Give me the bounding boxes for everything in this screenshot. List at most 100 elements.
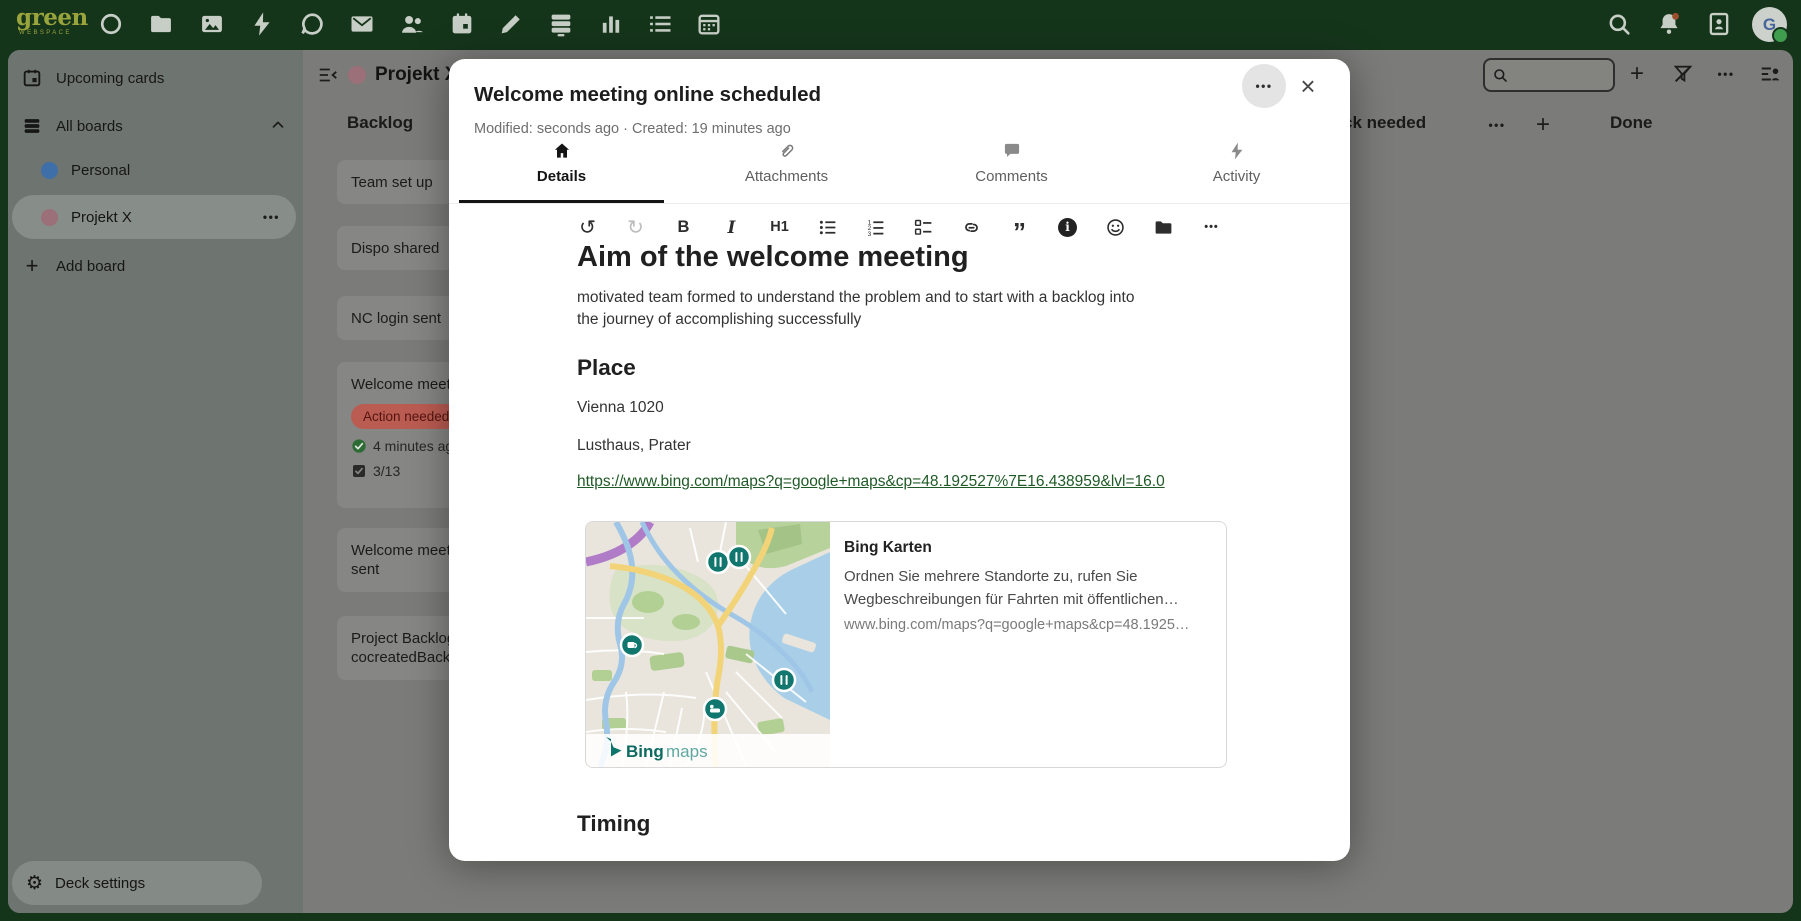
lightning-icon — [1124, 141, 1349, 163]
deck-icon[interactable] — [547, 10, 575, 38]
preview-url: www.bing.com/maps?q=google+maps&cp=48.19… — [844, 617, 1189, 633]
sidebar-item-all-boards[interactable]: All boards — [8, 106, 303, 146]
column-title-done: Done — [1610, 113, 1653, 133]
bold-icon[interactable]: B — [671, 214, 697, 240]
paperclip-icon — [674, 141, 899, 163]
search-icon — [1492, 67, 1508, 83]
tab-label: Comments — [899, 168, 1124, 185]
sidebar-item-label: All boards — [56, 118, 123, 135]
doc-paragraph: motivated team formed to understand the … — [577, 287, 1157, 331]
blockquote-icon[interactable]: ” — [1007, 209, 1033, 245]
bing-maps-link[interactable]: https://www.bing.com/maps?q=google+maps&… — [577, 473, 1165, 491]
redo-icon[interactable]: ↻ — [623, 214, 649, 240]
tasks-icon[interactable] — [646, 10, 674, 38]
undo-icon[interactable]: ↺ — [575, 214, 601, 240]
sidebar-add-board[interactable]: + Add board — [8, 246, 303, 286]
search-icon[interactable] — [1605, 10, 1633, 38]
notifications-bell-icon[interactable] — [1655, 10, 1683, 38]
mail-icon[interactable] — [348, 10, 376, 38]
plus-icon: + — [21, 255, 43, 277]
home-icon — [449, 141, 674, 163]
board-details-toggle-icon[interactable] — [1755, 59, 1785, 89]
board-color-dot — [41, 162, 58, 179]
heading-icon[interactable]: H1 — [767, 214, 793, 240]
contacts-menu-icon[interactable] — [1705, 10, 1733, 38]
svg-text:3: 3 — [868, 230, 872, 237]
board-menu-ellipsis[interactable]: ••• — [1711, 59, 1741, 89]
tab-attachments[interactable]: Attachments — [674, 134, 899, 203]
task-list-icon[interactable] — [911, 214, 937, 240]
bullet-list-icon[interactable] — [815, 214, 841, 240]
online-status-dot — [1772, 27, 1789, 44]
filter-off-icon[interactable] — [1668, 59, 1698, 89]
nextcloud-logo[interactable]: green WEBSPACE — [16, 6, 88, 36]
doc-heading-place: Place — [577, 355, 636, 381]
sidebar-item-label: Upcoming cards — [56, 70, 164, 87]
doc-heading-aim: Aim of the welcome meeting — [577, 241, 969, 274]
modal-tabs: Details Attachments Comments Activity — [449, 134, 1350, 204]
tab-details[interactable]: Details — [449, 134, 674, 203]
column-menu-ellipsis[interactable]: ••• — [1482, 110, 1512, 140]
toggle-sidebar-icon[interactable] — [313, 60, 343, 90]
activity-icon[interactable] — [248, 10, 276, 38]
board-actions-ellipsis[interactable]: ••• — [263, 210, 280, 224]
deck-sidebar: Upcoming cards All boards Personal Proje… — [8, 50, 303, 913]
doc-line-lusthaus: Lusthaus, Prater — [577, 437, 691, 455]
preview-description: Ordnen Sie mehrere Standorte zu, rufen S… — [844, 565, 1216, 611]
sidebar-board-projekt-x[interactable]: Projekt X ••• — [12, 195, 296, 239]
board-search-input[interactable] — [1483, 58, 1615, 92]
logo-title: green — [16, 6, 88, 29]
tab-label: Attachments — [674, 168, 899, 185]
card-actions-button[interactable]: ••• — [1242, 64, 1286, 108]
doc-heading-timing: Timing — [577, 811, 650, 837]
dashboard-icon[interactable] — [97, 10, 125, 38]
add-board-label: Add board — [56, 258, 125, 275]
tab-label: Details — [449, 168, 674, 185]
action-needed-badge: Action needed — [351, 404, 461, 429]
ellipsis-icon: ••• — [1255, 79, 1272, 93]
add-card-button[interactable]: + — [1528, 110, 1558, 140]
board-color-dot — [348, 66, 366, 84]
active-tab-underline — [459, 200, 664, 203]
add-list-button[interactable]: + — [1622, 59, 1652, 89]
italic-icon[interactable]: I — [719, 214, 745, 240]
emoji-icon[interactable] — [1103, 214, 1129, 240]
map-image: Bing maps — [586, 522, 830, 767]
notes-icon[interactable] — [497, 10, 525, 38]
card-modal-title: Welcome meeting online scheduled — [474, 83, 821, 107]
link-icon[interactable] — [959, 214, 985, 240]
card-detail-modal: Welcome meeting online scheduled Modifie… — [449, 59, 1350, 861]
analytics-icon[interactable] — [597, 10, 625, 38]
chevron-up-icon[interactable] — [269, 116, 287, 137]
tab-label: Activity — [1124, 168, 1349, 185]
board-color-dot — [41, 209, 58, 226]
ordered-list-icon[interactable]: 123 — [863, 214, 889, 240]
sidebar-item-upcoming-cards[interactable]: Upcoming cards — [8, 58, 303, 98]
attach-folder-icon[interactable] — [1151, 214, 1177, 240]
svg-text:Bing: Bing — [626, 742, 664, 761]
tab-comments[interactable]: Comments — [899, 134, 1124, 203]
doc-line-vienna: Vienna 1020 — [577, 399, 664, 417]
checkbox-icon — [351, 463, 367, 479]
deck-settings-button[interactable]: ⚙ Deck settings — [12, 861, 262, 905]
calendar-icon[interactable] — [448, 10, 476, 38]
close-button[interactable]: × — [1289, 67, 1327, 105]
due-date-label: 4 minutes ag — [373, 438, 453, 454]
callout-info-icon[interactable]: i — [1055, 214, 1081, 240]
link-preview-card[interactable]: Bing maps Bing Karten Ordnen Sie mehrere… — [585, 521, 1227, 768]
user-avatar[interactable]: G — [1752, 7, 1787, 42]
tab-activity[interactable]: Activity — [1124, 134, 1349, 203]
files-icon[interactable] — [147, 10, 175, 38]
gear-icon: ⚙ — [26, 874, 43, 893]
column-title-backlog: Backlog — [347, 113, 413, 133]
photos-icon[interactable] — [198, 10, 226, 38]
talk-icon[interactable] — [298, 10, 326, 38]
svg-text:maps: maps — [666, 742, 708, 761]
sidebar-board-personal[interactable]: Personal — [8, 150, 303, 190]
appointments-icon[interactable] — [695, 10, 723, 38]
contacts-icon[interactable] — [398, 10, 426, 38]
app-window: green WEBSPACE G Upcoming cards — [0, 0, 1801, 921]
board-label: Projekt X — [71, 209, 132, 226]
more-tools-ellipsis[interactable]: ••• — [1199, 214, 1225, 240]
checklist-count: 3/13 — [373, 463, 400, 479]
